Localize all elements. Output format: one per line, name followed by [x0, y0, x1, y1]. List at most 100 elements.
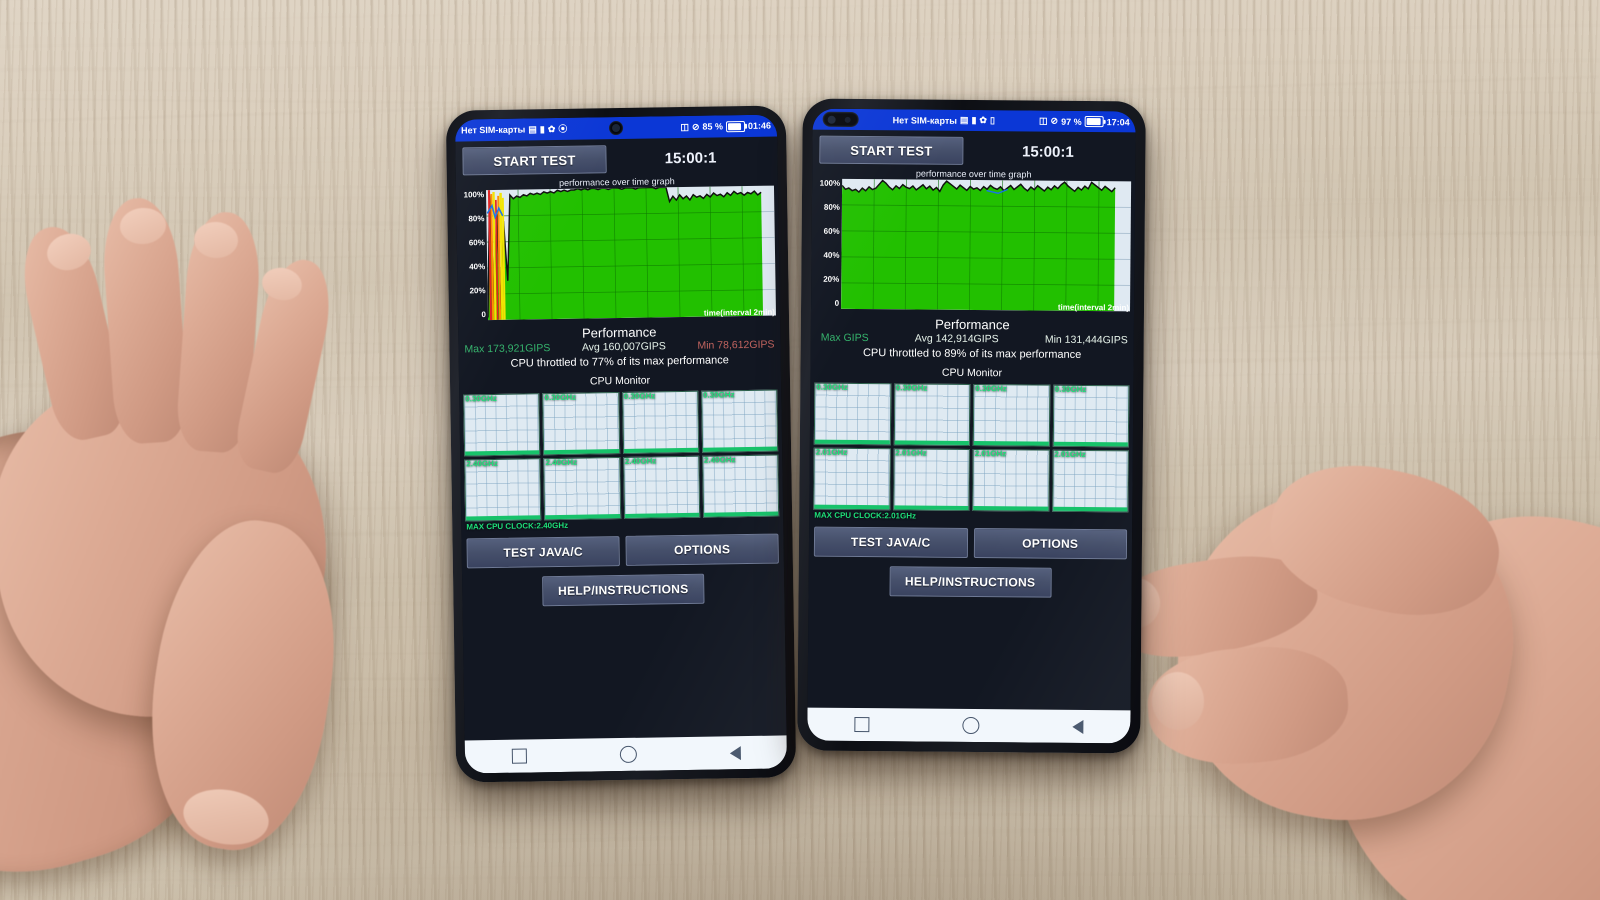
right-throttle-text: CPU throttled to 89% of its max performa… — [862, 347, 1082, 361]
right-cpu-monitor-title: CPU Monitor — [941, 366, 1003, 380]
cpu-core: 2.40GHz — [543, 457, 621, 521]
max-gips-label: Max GIPS — [820, 331, 869, 345]
cpu-core: 2.40GHz — [464, 458, 542, 522]
right-statusbar: Нет SIM-карты ▤ ▮ ✿ ▯ ◫ ⊘ 97 % 17:04 — [812, 108, 1136, 133]
cpu-core-label: 2.01GHz — [895, 448, 927, 458]
back-triangle-icon[interactable] — [729, 745, 741, 760]
cpu-core-label: 0.30GHz — [975, 384, 1007, 394]
test-java-c-button[interactable]: TEST JAVA/C — [813, 526, 968, 558]
right-graph-y-axis: 100% 80% 60% 40% 20% 0 — [813, 179, 842, 309]
recents-square-icon[interactable] — [511, 748, 527, 764]
options-button[interactable]: OPTIONS — [625, 533, 779, 566]
max-gips-label: Max 173,921GIPS — [464, 342, 551, 356]
front-camera-punch-hole — [608, 120, 624, 136]
start-test-button[interactable]: START TEST — [819, 135, 964, 165]
cpu-core-label: 2.40GHz — [624, 456, 657, 466]
sd-card-icon: ▤ — [959, 114, 969, 125]
cpu-core: 0.30GHz — [813, 382, 891, 446]
cpu-core-label: 0.30GHz — [702, 390, 735, 400]
home-circle-icon[interactable] — [962, 716, 980, 735]
right-cpu-monitor-grid: 0.30GHz 0.30GHz 0.30GHz 0.30GHz 2.01GHz — [813, 382, 1130, 513]
cpu-core-label: 2.01GHz — [815, 447, 848, 457]
cpu-core: 2.01GHz — [972, 449, 1050, 512]
right-graph-plot — [841, 178, 1132, 312]
left-graph-time-label: time(interval 2min) — [703, 307, 776, 318]
sim-status-text: Нет SIM-карты — [460, 124, 526, 136]
statusbar-clock: 01:46 — [747, 120, 772, 131]
y-tick: 0 — [834, 298, 840, 308]
statusbar-left-group: Нет SIM-карты ▤ ▮ ✿ ⦿ — [460, 123, 567, 136]
cpu-core-label: 0.30GHz — [544, 392, 577, 403]
cpu-core: 0.30GHz — [893, 383, 971, 446]
right-graph-time-label: time(interval 2min) — [1057, 302, 1130, 313]
home-circle-icon[interactable] — [619, 745, 637, 764]
y-tick: 80% — [823, 202, 840, 212]
battery-percent-label: 97 % — [1061, 116, 1082, 127]
usb-icon: ▯ — [989, 115, 995, 126]
cpu-core-label: 2.40GHz — [466, 458, 498, 469]
y-tick: 0 — [481, 310, 487, 320]
cpu-core: 0.30GHz — [972, 384, 1050, 447]
right-performance-graph: 100% 80% 60% 40% 20% 0 time(interval 2mi… — [813, 178, 1132, 313]
cpu-core: 2.01GHz — [813, 447, 891, 511]
cpu-core: 0.30GHz — [463, 393, 541, 457]
left-cpu-monitor-title: CPU Monitor — [589, 374, 651, 388]
y-tick: 20% — [823, 274, 840, 284]
help-instructions-button[interactable]: HELP/INSTRUCTIONS — [542, 573, 705, 607]
cpu-core-label: 0.30GHz — [465, 393, 497, 404]
right-app-screen: Нет SIM-карты ▤ ▮ ✿ ▯ ◫ ⊘ 97 % 17:04 STA… — [807, 108, 1136, 744]
right-button-row: TEST JAVA/C OPTIONS — [813, 526, 1128, 560]
statusbar-left-group: Нет SIM-карты ▤ ▮ ✿ ▯ — [893, 115, 995, 126]
settings-gear-icon: ✿ — [979, 115, 988, 126]
left-graph-plot — [485, 185, 777, 321]
right-max-cpu-clock: MAX CPU CLOCK:2.01GHz — [814, 510, 917, 521]
cpu-core: 2.40GHz — [622, 455, 700, 519]
test-java-c-button[interactable]: TEST JAVA/C — [466, 536, 620, 569]
left-app-header: START TEST 15:00:1 — [455, 137, 778, 179]
cpu-core-label: 0.30GHz — [895, 383, 928, 393]
battery-icon — [1084, 115, 1104, 128]
front-camera-punch-hole — [822, 111, 859, 128]
statusbar-clock: 17:04 — [1106, 116, 1130, 127]
dnd-icon: ⊘ — [691, 121, 700, 132]
dnd-icon: ⊘ — [1050, 115, 1059, 126]
start-test-button[interactable]: START TEST — [462, 145, 607, 176]
left-cpu-monitor-grid: 0.30GHz 0.30GHz 0.30GHz 0.30GHz 2.40GHz — [463, 389, 780, 522]
cpu-core-label: 0.30GHz — [1054, 384, 1087, 395]
sim-status-text: Нет SIM-карты — [892, 114, 957, 126]
options-button[interactable]: OPTIONS — [973, 528, 1128, 560]
cpu-core: 0.30GHz — [542, 392, 620, 456]
left-phone-screen: Нет SIM-карты ▤ ▮ ✿ ⦿ ◫ ⊘ 85 % 01:46 STA… — [454, 114, 788, 774]
y-tick: 40% — [823, 250, 840, 260]
nfc-icon: ◫ — [1039, 115, 1048, 126]
left-button-row: TEST JAVA/C OPTIONS — [466, 533, 779, 569]
statusbar-right-group: ◫ ⊘ 97 % 17:04 — [1039, 116, 1130, 128]
avg-gips-label: Avg 142,914GIPS — [914, 332, 999, 346]
min-gips-label: Min 131,444GIPS — [1044, 333, 1128, 347]
cpu-core: 2.40GHz — [701, 454, 780, 518]
cpu-core-label: 0.30GHz — [623, 391, 656, 401]
back-triangle-icon[interactable] — [1072, 719, 1084, 734]
cpu-core-label: 2.40GHz — [703, 455, 736, 465]
wifi-icon: ▮ — [971, 114, 977, 126]
statusbar-right-group: ◫ ⊘ 85 % 01:46 — [680, 120, 771, 132]
nfc-icon: ◫ — [680, 121, 690, 132]
help-instructions-button[interactable]: HELP/INSTRUCTIONS — [889, 566, 1052, 598]
y-tick: 60% — [823, 226, 840, 236]
min-gips-label: Min 78,612GIPS — [697, 338, 775, 352]
left-app-screen: Нет SIM-карты ▤ ▮ ✿ ⦿ ◫ ⊘ 85 % 01:46 STA… — [454, 114, 788, 774]
left-performance-graph: 100% 80% 60% 40% 20% 0 time(interval 2mi… — [458, 185, 777, 321]
cpu-core: 2.01GHz — [1051, 449, 1129, 513]
left-throttle-text: CPU throttled to 77% of its max performa… — [510, 354, 729, 370]
right-phone-screen: Нет SIM-карты ▤ ▮ ✿ ▯ ◫ ⊘ 97 % 17:04 STA… — [807, 108, 1136, 744]
cpu-core: 2.01GHz — [892, 448, 970, 511]
right-phone-body: Нет SIM-карты ▤ ▮ ✿ ▯ ◫ ⊘ 97 % 17:04 STA… — [797, 98, 1146, 754]
recents-square-icon[interactable] — [853, 716, 870, 733]
test-timer: 15:00:1 — [664, 148, 717, 167]
right-performance-stats: Max GIPS Avg 142,914GIPS Min 131,444GIPS — [811, 331, 1134, 347]
sd-card-icon: ▤ — [528, 123, 537, 134]
left-phone-body: Нет SIM-карты ▤ ▮ ✿ ⦿ ◫ ⊘ 85 % 01:46 STA… — [445, 105, 797, 783]
cpu-core-label: 2.01GHz — [974, 449, 1007, 459]
y-tick: 100% — [819, 178, 841, 188]
test-timer: 15:00:1 — [1021, 142, 1074, 161]
